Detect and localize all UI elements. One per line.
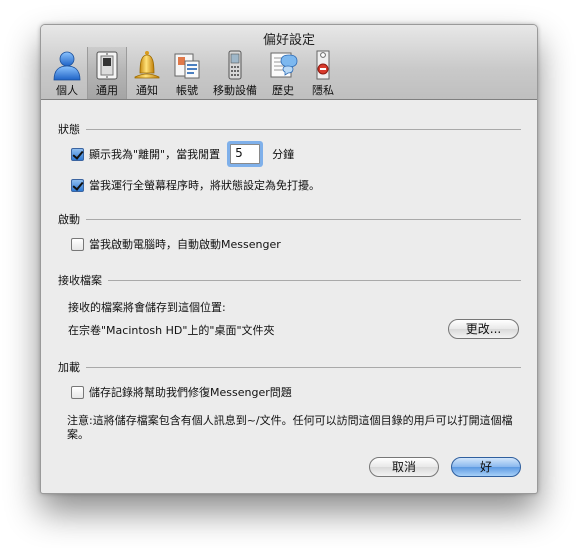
- privacy-note: 注意:這將儲存檔案包含有個人訊息到~/文件。任何可以訪問這個目錄的用戶可以打開這…: [67, 414, 513, 441]
- autostart-label: 當我啟動電腦時，自動啟動Messenger: [89, 238, 281, 251]
- extras-section-header: 加載: [58, 360, 521, 374]
- fullscreen-row: 當我運行全螢幕程序時，將狀態設定為免打擾。: [71, 177, 320, 193]
- save-location-label: 接收的檔案將會儲存到這個位置:: [68, 301, 226, 314]
- toolbar-item-mobile-devices[interactable]: 移動設備: [207, 47, 263, 99]
- autostart-checkbox[interactable]: [71, 237, 84, 251]
- away-checkbox[interactable]: [71, 147, 84, 161]
- away-row: 顯示我為"離開"，當我閒置 5 分鐘: [71, 144, 294, 164]
- files-section-header: 接收檔案: [58, 273, 521, 287]
- minutes-unit-label: 分鐘: [272, 148, 295, 161]
- person-icon: [53, 51, 81, 81]
- toolbar-item-history[interactable]: 歷史: [263, 47, 303, 99]
- toolbar-item-label: 通知: [136, 84, 158, 97]
- save-logs-checkbox[interactable]: [71, 385, 84, 399]
- window-title: 偏好設定: [262, 33, 315, 48]
- accounts-icon: [174, 53, 200, 79]
- startup-heading: 啟動: [58, 213, 80, 226]
- preferences-window: 偏好設定 個人 通用 通知 帳號 移動設備 歷史 隱私 狀態 顯示我為"離開"，…: [40, 24, 538, 494]
- bell-icon: [134, 51, 160, 79]
- autostart-row: 當我啟動電腦時，自動啟動Messenger: [71, 236, 281, 252]
- switch-icon: [96, 51, 118, 80]
- mobile-phone-icon: [228, 50, 242, 80]
- toolbar-item-personal[interactable]: 個人: [47, 47, 87, 99]
- divider: [86, 366, 521, 368]
- privacy-icon: [316, 50, 330, 80]
- toolbar-item-label: 通用: [96, 84, 118, 97]
- status-section-header: 狀態: [58, 122, 521, 136]
- toolbar-item-privacy[interactable]: 隱私: [303, 47, 343, 99]
- save-logs-label: 儲存記錄將幫助我們修復Messenger問題: [89, 386, 292, 399]
- save-location-path: 在宗卷"Macintosh HD"上的"桌面"文件夾: [68, 324, 275, 337]
- status-heading: 狀態: [58, 123, 80, 136]
- general-pane: 狀態 顯示我為"離開"，當我閒置 5 分鐘 當我運行全螢幕程序時，將狀態設定為免…: [41, 100, 537, 493]
- toolbar-item-label: 個人: [56, 84, 78, 97]
- toolbar-item-notifications[interactable]: 通知: [127, 47, 167, 99]
- idle-minutes-input[interactable]: 5: [230, 144, 261, 164]
- away-label: 顯示我為"離開"，當我閒置: [89, 148, 221, 161]
- extras-heading: 加載: [58, 361, 80, 374]
- fullscreen-dnd-label: 當我運行全螢幕程序時，將狀態設定為免打擾。: [89, 179, 320, 192]
- divider: [86, 218, 521, 220]
- cancel-button[interactable]: 取消: [369, 457, 439, 477]
- toolbar-item-general[interactable]: 通用: [87, 47, 127, 99]
- change-location-button[interactable]: 更改...: [448, 319, 519, 339]
- toolbar-item-accounts[interactable]: 帳號: [167, 47, 207, 99]
- divider: [86, 128, 521, 130]
- toolbar: 個人 通用 通知 帳號 移動設備 歷史 隱私: [47, 47, 343, 99]
- history-icon: [270, 52, 298, 78]
- ok-button[interactable]: 好: [451, 457, 521, 477]
- fullscreen-dnd-checkbox[interactable]: [71, 178, 84, 192]
- startup-section-header: 啟動: [58, 212, 521, 226]
- save-logs-row: 儲存記錄將幫助我們修復Messenger問題: [71, 384, 292, 400]
- toolbar-item-label: 帳號: [176, 84, 198, 97]
- divider: [108, 279, 521, 281]
- toolbar-item-label: 移動設備: [213, 84, 257, 97]
- toolbar-item-label: 隱私: [312, 84, 334, 97]
- titlebar: 偏好設定 個人 通用 通知 帳號 移動設備 歷史 隱私: [41, 25, 537, 100]
- files-heading: 接收檔案: [58, 274, 102, 287]
- toolbar-item-label: 歷史: [272, 84, 294, 97]
